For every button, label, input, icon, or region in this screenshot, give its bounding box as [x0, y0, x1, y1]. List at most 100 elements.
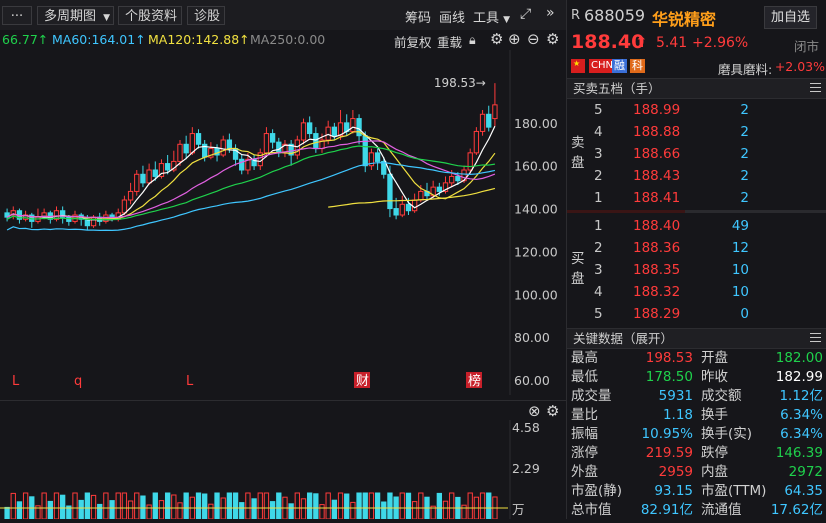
candle[interactable]: [220, 139, 226, 156]
volume-bar: [344, 493, 350, 520]
orderbook-row[interactable]: 1 188.41 2: [567, 187, 826, 209]
candle[interactable]: [294, 139, 300, 156]
volume-svg[interactable]: 4.58 2.29 万: [0, 420, 566, 520]
candle[interactable]: [350, 118, 356, 132]
orderbook-row[interactable]: 5 188.99 2: [567, 99, 826, 121]
event-marker[interactable]: q: [74, 374, 82, 389]
candle[interactable]: [189, 133, 195, 154]
volume-chart[interactable]: 4.58 2.29 万: [0, 420, 566, 520]
candle[interactable]: [300, 122, 307, 141]
candle[interactable]: [90, 216, 97, 227]
key-data-table: 最高 198.53 开盘 182.00 最低 178.50 昨收 182.99 成交量 5931 成…: [567, 349, 826, 519]
candle[interactable]: [226, 139, 233, 150]
event-marker[interactable]: 榜: [468, 373, 481, 389]
candle[interactable]: [418, 190, 424, 201]
candle[interactable]: [479, 113, 486, 132]
menu-icon[interactable]: [810, 333, 821, 342]
candle[interactable]: [374, 152, 381, 162]
settings-icon[interactable]: ⚙: [546, 402, 559, 420]
adjust-mode-button[interactable]: 前复权: [394, 32, 432, 51]
candle[interactable]: [399, 203, 405, 216]
ma5-line: [6, 125, 496, 221]
candle[interactable]: [177, 143, 183, 162]
event-marker[interactable]: L: [186, 374, 194, 389]
key-value: 82.91亿: [640, 502, 693, 518]
candle[interactable]: [467, 152, 473, 171]
candle[interactable]: [239, 158, 245, 171]
candle[interactable]: [140, 173, 146, 184]
lock-icon[interactable]: 🔒︎: [469, 32, 476, 48]
candle[interactable]: [486, 113, 492, 128]
orderbook-row[interactable]: 2 188.36 12: [567, 237, 826, 259]
candle[interactable]: [393, 208, 399, 216]
candle[interactable]: [152, 169, 158, 177]
orderbook-row[interactable]: 4 188.32 10: [567, 281, 826, 303]
candle[interactable]: [331, 126, 338, 137]
candle[interactable]: [325, 126, 331, 141]
close-icon[interactable]: ⊗: [528, 402, 541, 420]
chevron-down-icon: ▼: [103, 13, 111, 23]
collapse-panel-icon[interactable]: »: [546, 5, 555, 21]
period-dropdown[interactable]: 多周期图 ▼: [37, 6, 114, 25]
orderbook-row[interactable]: 2 188.43 2: [567, 165, 826, 187]
ma20-line: [6, 140, 496, 219]
overlay-button[interactable]: 重载: [437, 32, 462, 51]
chips-button[interactable]: 筹码: [405, 7, 431, 26]
candle[interactable]: [449, 175, 455, 184]
level-price: 188.29: [633, 306, 681, 322]
diagnose-button[interactable]: 诊股: [187, 6, 225, 25]
ask-levels: 卖盘 5 188.99 2 4 188.88 2 3 188.66 2 2 188.43 2 1 188.…: [567, 99, 826, 211]
orderbook-row[interactable]: 5 188.29 0: [567, 303, 826, 325]
volume-bar: [374, 492, 381, 520]
candle[interactable]: [263, 133, 270, 154]
tools-dropdown[interactable]: 工具 ▼: [473, 7, 510, 26]
draw-line-button[interactable]: 画线: [439, 7, 465, 26]
candle[interactable]: [146, 169, 152, 184]
add-watchlist-button[interactable]: 加自选: [764, 6, 818, 29]
orderbook-row[interactable]: 3 188.35 10: [567, 259, 826, 281]
level-price: 188.36: [633, 240, 681, 256]
candle[interactable]: [183, 143, 189, 154]
candle[interactable]: [127, 190, 134, 201]
candle[interactable]: [473, 130, 480, 154]
orderbook-row[interactable]: 1 188.40 49: [567, 215, 826, 237]
more-button[interactable]: ···: [2, 6, 32, 25]
key-data-title: 关键数据（展开）: [573, 331, 674, 346]
candle[interactable]: [307, 122, 313, 135]
volume-bar: [214, 492, 220, 520]
candle[interactable]: [492, 104, 498, 120]
orderbook-header[interactable]: 买卖五档（手）: [567, 78, 826, 99]
key-data-header[interactable]: 关键数据（展开）: [567, 328, 826, 349]
price-change: 5.41: [656, 35, 688, 51]
candlestick-svg[interactable]: 180.00 160.00 140.00 120.00 100.00 80.00 60.00…: [0, 50, 566, 395]
stock-profile-button[interactable]: 个股资料: [118, 6, 182, 25]
candle[interactable]: [269, 133, 276, 143]
zoom-out-icon[interactable]: ⊖: [527, 30, 540, 48]
sector-label[interactable]: 磨具磨料:: [718, 59, 772, 78]
candle[interactable]: [411, 199, 418, 212]
candle[interactable]: [387, 173, 393, 210]
candle[interactable]: [362, 135, 368, 167]
volume-panel-header: ⊗ ⚙: [0, 400, 566, 421]
settings-icon[interactable]: ⚙: [546, 30, 559, 48]
event-marker[interactable]: L: [12, 374, 20, 389]
candle[interactable]: [164, 163, 171, 171]
candle[interactable]: [436, 186, 442, 192]
zoom-in-icon[interactable]: ⊕: [508, 30, 521, 48]
orderbook-row[interactable]: 3 188.66 2: [567, 143, 826, 165]
volume-bar: [72, 492, 78, 520]
candle[interactable]: [121, 199, 128, 214]
settings-icon[interactable]: ⚙: [490, 30, 503, 48]
orderbook-row[interactable]: 4 188.88 2: [567, 121, 826, 143]
candle[interactable]: [134, 173, 140, 192]
candle[interactable]: [195, 133, 202, 145]
candlestick-chart[interactable]: 180.00 160.00 140.00 120.00 100.00 80.00 60.00…: [0, 50, 566, 395]
menu-icon[interactable]: [810, 83, 821, 92]
candle[interactable]: [455, 175, 461, 182]
candle[interactable]: [313, 133, 319, 150]
candle[interactable]: [405, 203, 412, 212]
candle[interactable]: [276, 141, 282, 154]
event-marker[interactable]: 财: [356, 374, 369, 389]
level-price: 188.41: [633, 190, 681, 206]
fullscreen-icon[interactable]: ⤢: [520, 6, 531, 22]
